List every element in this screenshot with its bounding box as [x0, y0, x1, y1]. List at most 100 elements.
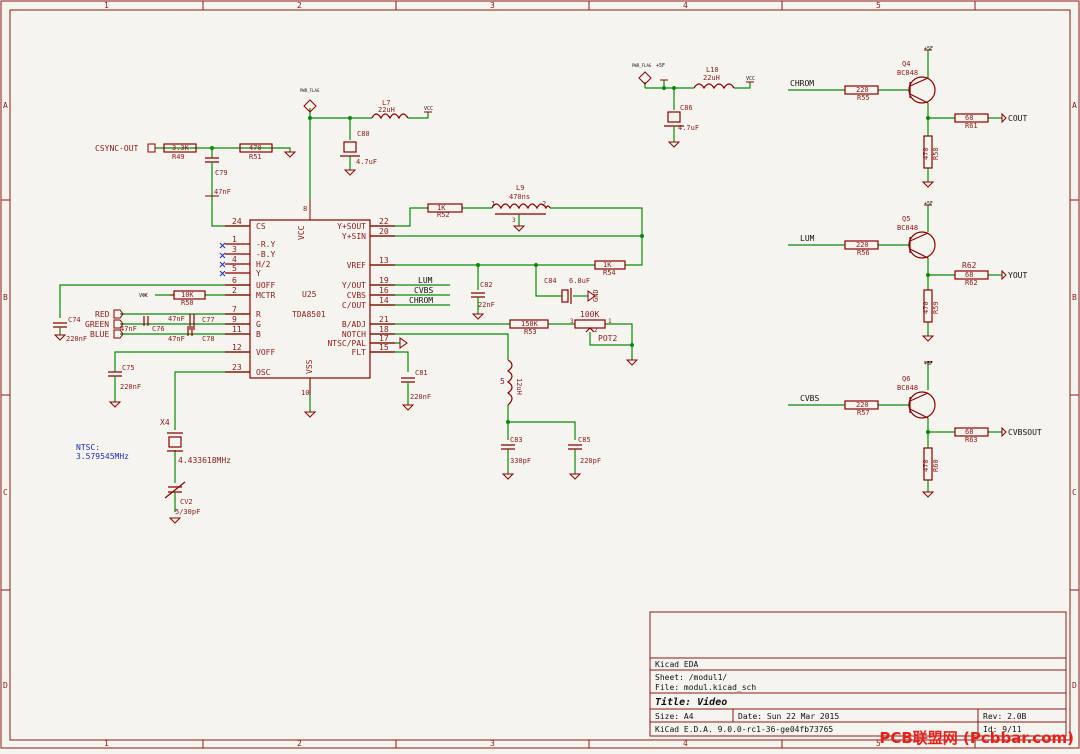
- component-label: 220nF: [66, 335, 87, 343]
- component-label: C85: [578, 436, 591, 444]
- junctions: [210, 86, 930, 434]
- component-label: R57: [857, 409, 870, 417]
- component-label: 470ns: [509, 193, 530, 201]
- component-label: C80: [357, 130, 370, 138]
- component-label: 1: [608, 318, 612, 325]
- component-label: C77: [202, 316, 215, 324]
- ic-pin-number: 12: [232, 343, 242, 352]
- component-label: X4: [160, 418, 170, 427]
- component-label: R52: [437, 211, 450, 219]
- component-label: 2: [594, 327, 598, 334]
- title-block: Kicad EDA Sheet: /modul1/ File: modul.ki…: [649, 611, 1067, 737]
- ic-pin-name: -B.Y: [256, 250, 275, 259]
- component-label: 47nF: [120, 325, 137, 333]
- component-label: BC848: [897, 224, 918, 232]
- component-label: CV2: [180, 498, 193, 506]
- power-label: +5F: [924, 361, 933, 367]
- component-label: C81: [415, 369, 428, 377]
- power-label: +5F: [656, 63, 665, 69]
- ic-pin-number: 7: [232, 305, 237, 314]
- title-date: Date: Sun 22 Mar 2015: [738, 712, 839, 721]
- ic-pin-number: 5: [232, 264, 237, 273]
- label-shapes: [113, 112, 1007, 438]
- power-label: PWR_FLAG: [632, 63, 652, 68]
- component-label: 330pF: [510, 457, 531, 465]
- component-label: R50: [181, 299, 194, 307]
- row-marker: D: [3, 681, 8, 690]
- component-label: 22uH: [378, 106, 395, 114]
- component-label: Q6: [902, 375, 910, 383]
- ic-pin-name: B: [256, 330, 261, 339]
- component-label: R59: [932, 301, 940, 314]
- component-label: R61: [965, 122, 978, 130]
- power-symbols: [53, 49, 935, 524]
- component-label: 1K: [603, 261, 612, 269]
- power-label: +5F: [924, 46, 933, 52]
- component-label: R54: [603, 269, 616, 277]
- component-label: POT2: [598, 334, 617, 343]
- ic-pin-name: NOTCH: [342, 330, 366, 339]
- frame-markers: 1 2 3 4 5 1 2 3 4 5 A B C D A B C D: [3, 1, 1077, 748]
- component-label: 220pF: [580, 457, 601, 465]
- col-marker: 2: [297, 1, 302, 10]
- row-marker: A: [1072, 101, 1077, 110]
- note-text: NTSC:: [76, 443, 100, 452]
- component-label: 68: [965, 271, 973, 279]
- component-label: BC848: [897, 69, 918, 77]
- component-label: 47nF: [168, 315, 185, 323]
- component-label: 470: [249, 144, 262, 152]
- title-company: Kicad EDA: [655, 660, 699, 669]
- component-label: C83: [510, 436, 523, 444]
- component-label: 2: [542, 200, 546, 208]
- ic-vcc-pin: 8: [303, 205, 307, 213]
- ic-pin-number: 1: [232, 235, 237, 244]
- wires: [59, 50, 1002, 492]
- component-label: 12uH: [515, 378, 523, 395]
- ic-pin-number: 18: [379, 325, 389, 334]
- note-text: 3.579545MHz: [76, 452, 129, 461]
- col-marker: 4: [683, 1, 688, 10]
- component-label: R56: [857, 249, 870, 257]
- component-label: 22nF: [478, 301, 495, 309]
- title-tool: KiCad E.D.A. 9.0.0-rc1-36-ge04fb73765: [655, 725, 833, 734]
- component-label: 47nF: [168, 335, 185, 343]
- component-label: C75: [122, 364, 135, 372]
- component-label: 3: [570, 318, 574, 325]
- ic-pin-name: B/ADJ: [342, 320, 366, 329]
- component-label: 220nF: [410, 393, 431, 401]
- component-label: 220nF: [120, 383, 141, 391]
- component-label: 4.7uF: [356, 158, 377, 166]
- ic-ref: U25: [302, 290, 317, 299]
- net-label-input: CHROM: [790, 79, 814, 88]
- row-marker: D: [1072, 681, 1077, 690]
- component-label: 470: [922, 459, 930, 472]
- title-rev: Rev: 2.0B: [983, 712, 1027, 721]
- ic-pin-name: VOFF: [256, 348, 275, 357]
- power-label: VCC: [139, 293, 148, 299]
- component-label: R49: [172, 153, 185, 161]
- component-label: C86: [680, 104, 693, 112]
- ic-pin-name: H/2: [256, 260, 271, 269]
- net-label-input: LUM: [800, 234, 815, 243]
- component-label: 10K: [181, 291, 194, 299]
- ic-vss-pin: 10: [301, 389, 309, 397]
- title-file: File: modul.kicad_sch: [655, 683, 756, 692]
- title-text: Title: Video: [655, 696, 727, 708]
- ic-pin-name: MCTR: [256, 291, 275, 300]
- component-label: R62: [962, 261, 977, 270]
- component-label: R58: [932, 147, 940, 160]
- net-label-chrom: CHROM: [409, 296, 433, 305]
- power-label: +5F: [924, 201, 933, 207]
- schematic-sheet: 1 2 3 4 5 1 2 3 4 5 A B C D A B C D Kica…: [0, 0, 1080, 750]
- ic-pin-name: CVBS: [347, 291, 366, 300]
- ic-pin-number: 20: [379, 227, 389, 236]
- component-label: 470: [922, 147, 930, 160]
- component-label: L10: [706, 66, 719, 74]
- ic-pin-name: FLT: [352, 348, 367, 357]
- row-marker: C: [1072, 488, 1077, 497]
- ic-pin-name: NTSC/PAL: [327, 339, 366, 348]
- ic-pin-name: Y: [256, 269, 261, 278]
- component-label: 1: [491, 200, 495, 208]
- title-size: Size: A4: [655, 712, 694, 721]
- component-label: 68: [965, 114, 973, 122]
